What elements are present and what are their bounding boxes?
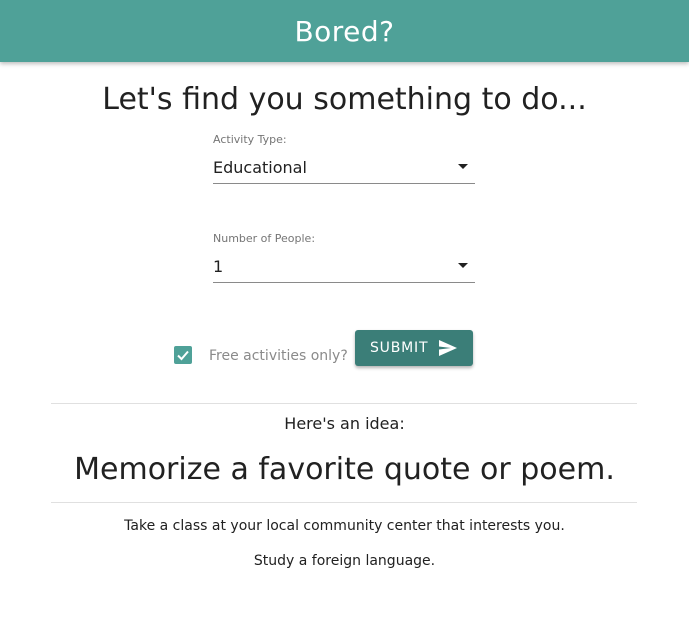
number-of-people-field: Number of People: 1 xyxy=(213,232,475,283)
app-bar: Bored? xyxy=(0,0,689,62)
activity-type-label: Activity Type: xyxy=(213,133,287,146)
submit-button[interactable]: SUBMIT xyxy=(355,330,473,366)
idea-text: Memorize a favorite quote or poem. xyxy=(74,452,615,487)
free-activities-checkbox[interactable] xyxy=(174,345,192,364)
arrow-drop-down-icon xyxy=(458,164,468,169)
page-headline: Let's find you something to do... xyxy=(102,82,587,117)
divider-top xyxy=(51,403,637,404)
idea-intro: Here's an idea: xyxy=(284,414,405,433)
number-of-people-label: Number of People: xyxy=(213,232,316,245)
free-activities-label: Free activities only? xyxy=(209,348,348,364)
number-of-people-value: 1 xyxy=(213,256,224,276)
submit-label: SUBMIT xyxy=(370,340,429,356)
free-activities-toggle[interactable]: Free activities only? xyxy=(174,345,348,364)
activity-type-field: Activity Type: Educational xyxy=(213,133,475,184)
activity-type-value: Educational xyxy=(213,157,307,177)
send-icon xyxy=(439,340,457,356)
check-icon xyxy=(177,350,189,360)
suggestion-item: Take a class at your local community cen… xyxy=(124,518,565,534)
arrow-drop-down-icon xyxy=(458,263,468,268)
number-of-people-select[interactable]: 1 xyxy=(213,250,475,283)
activity-type-select[interactable]: Educational xyxy=(213,151,475,184)
app-title: Bored? xyxy=(294,14,395,48)
suggestion-item: Study a foreign language. xyxy=(253,553,436,569)
divider-bottom xyxy=(51,502,637,503)
